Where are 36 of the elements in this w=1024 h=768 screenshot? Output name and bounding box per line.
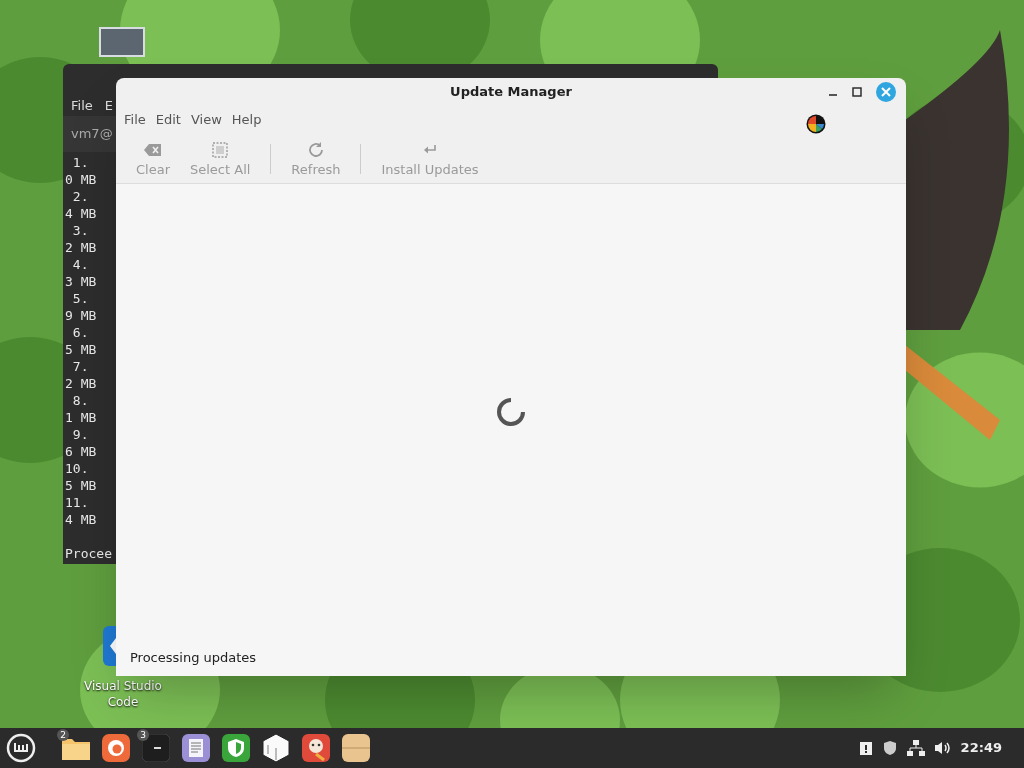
terminal-line: 0 MB bbox=[65, 171, 97, 188]
terminal-line: 5 MB bbox=[65, 477, 97, 494]
menu-item[interactable]: File bbox=[71, 96, 93, 116]
terminal-line: 2 MB bbox=[65, 375, 97, 392]
terminal-line: 11. bbox=[65, 494, 89, 511]
terminal-line: 9 MB bbox=[65, 307, 97, 324]
window-count-badge: 3 bbox=[137, 729, 149, 741]
status-text: Processing updates bbox=[130, 649, 257, 668]
terminal-line: 6 MB bbox=[65, 443, 97, 460]
terminal-line: 6. bbox=[71, 324, 89, 341]
terminal-line: 8. bbox=[71, 392, 89, 409]
terminal-line: 5. bbox=[71, 290, 89, 307]
menu-item[interactable]: View bbox=[186, 110, 226, 130]
terminal-line: 1 MB bbox=[65, 409, 97, 426]
menu-item[interactable]: Edit bbox=[151, 110, 185, 130]
terminal-line: 2 MB bbox=[65, 239, 97, 256]
terminal-line: 2. bbox=[71, 188, 89, 205]
terminal-line: 4 MB bbox=[65, 205, 97, 222]
terminal-line: 9. bbox=[71, 426, 89, 443]
terminal-line: 3 MB bbox=[65, 273, 97, 290]
menu-item[interactable]: File bbox=[120, 110, 150, 130]
menu-item[interactable]: E bbox=[104, 96, 113, 116]
terminal-line: 3. bbox=[71, 222, 89, 239]
window-count-badge: 2 bbox=[57, 729, 69, 741]
tab-title[interactable]: vm7@ bbox=[71, 124, 113, 144]
terminal-line: Procee bbox=[65, 545, 112, 562]
terminal-line: 4 MB bbox=[65, 511, 97, 528]
terminal-line: 10. bbox=[65, 460, 89, 477]
icon-label: Visual Studio Code bbox=[83, 678, 163, 710]
terminal-line: 7. bbox=[71, 358, 89, 375]
menu-item[interactable]: Help bbox=[227, 110, 266, 130]
terminal-line: 5 MB bbox=[65, 341, 97, 358]
terminal-line: 1. bbox=[71, 154, 89, 171]
terminal-line: 4. bbox=[71, 256, 89, 273]
window-title: Update Manager bbox=[450, 83, 572, 102]
clock[interactable]: 22:49 bbox=[960, 738, 1002, 758]
